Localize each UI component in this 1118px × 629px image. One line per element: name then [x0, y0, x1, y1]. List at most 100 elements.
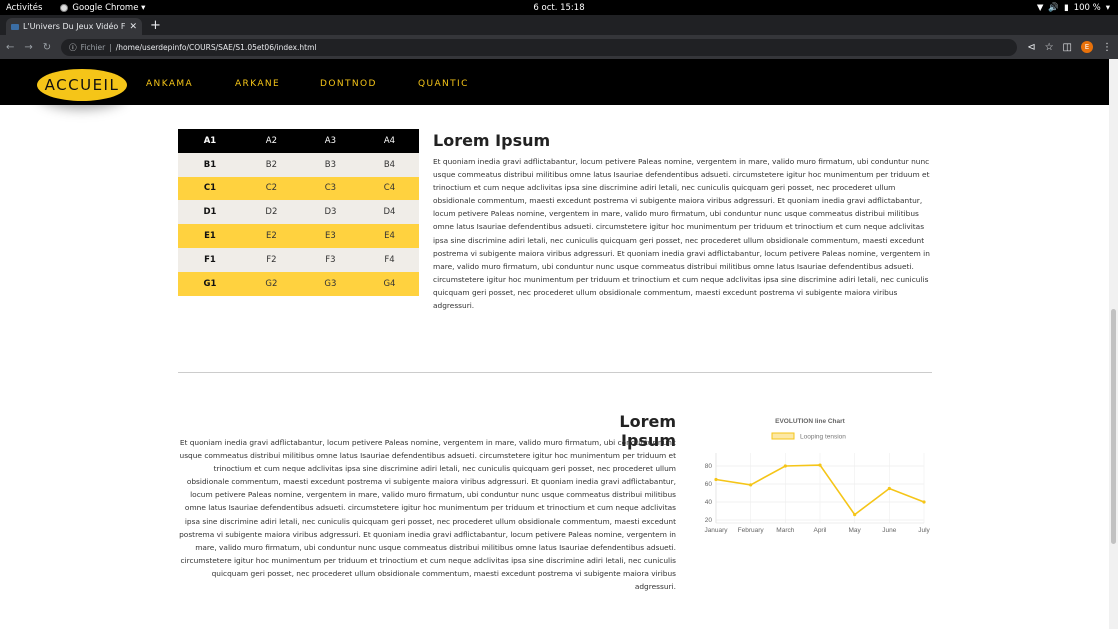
table-cell: B1 — [178, 152, 242, 177]
data-point — [749, 483, 753, 487]
table-cell: E2 — [241, 224, 301, 248]
section-paragraph: Et quoniam inedia gravi adflictabantur, … — [433, 157, 930, 311]
favicon-icon — [11, 23, 19, 30]
table-cell: F1 — [178, 247, 242, 272]
tab-strip: L'Univers Du Jeux Vidéo F ✕ + — [0, 15, 1118, 35]
app-name: Google Chrome ▾ — [72, 2, 146, 13]
table-cell: A2 — [241, 129, 301, 153]
data-point — [887, 486, 891, 491]
web-page: ACCUEIL ANKAMA ARKANE DONTNOD QUANTIC A1… — [0, 59, 1109, 629]
table-row: A1 A2 A3 A4 — [178, 129, 419, 153]
table-cell: F4 — [359, 247, 419, 272]
nav-link-dontnod[interactable]: DONTNOD — [320, 79, 377, 89]
x-tick-label: June — [882, 527, 896, 534]
chevron-down-icon: ▾ — [1105, 2, 1110, 13]
x-tick-label: May — [849, 527, 862, 534]
table-cell: G2 — [241, 271, 301, 296]
table-cell: C3 — [300, 176, 360, 201]
table-row: F1 F2 F3 F4 — [178, 247, 419, 272]
table-cell: B2 — [241, 152, 301, 177]
share-icon[interactable]: ⊲ — [1027, 42, 1035, 53]
legend-swatch — [771, 432, 795, 440]
scrollbar-thumb[interactable] — [1111, 309, 1116, 544]
section-divider — [178, 372, 932, 373]
x-tick-label: March — [776, 527, 794, 534]
x-tick-label: January — [704, 527, 728, 534]
menu-kebab-icon[interactable]: ⋮ — [1102, 42, 1112, 53]
table-row: G1 G2 G3 G4 — [178, 271, 419, 296]
data-point — [922, 500, 926, 504]
page-scrollbar[interactable] — [1109, 59, 1118, 629]
chart-title: EVOLUTION line Chart — [775, 418, 846, 425]
table-cell: G1 — [178, 271, 242, 296]
chrome-icon — [60, 3, 69, 12]
x-tick-label: April — [813, 527, 827, 534]
table-row: E1 E2 E3 E4 — [178, 224, 419, 248]
table-cell: F3 — [300, 247, 360, 272]
table-cell: G4 — [359, 271, 419, 296]
system-menu[interactable]: ▼ 🔊 ▮ 100 % ▾ — [1037, 3, 1110, 13]
table-cell: D2 — [241, 200, 301, 225]
y-tick-label: 60 — [705, 481, 713, 488]
data-table: A1 A2 A3 A4 B1 B2 B3 B4 C1 C2 C3 C4 D1 D… — [178, 129, 419, 296]
table-row: B1 B2 B3 B4 — [178, 152, 419, 177]
info-icon[interactable]: ⓘ — [69, 42, 77, 53]
volume-icon: 🔊 — [1048, 2, 1060, 13]
address-url: /home/userdepinfo/COURS/SAE/S1.05et06/in… — [115, 42, 317, 52]
nav-link-arkane[interactable]: ARKANE — [235, 79, 280, 89]
line-chart-svg: EVOLUTION line Chart Looping tension 20 40 6… — [704, 418, 930, 534]
new-tab-button[interactable]: + — [150, 17, 161, 34]
tab-title: L'Univers Du Jeux Vidéo F — [23, 22, 126, 31]
bookmark-star-icon[interactable]: ☆ — [1045, 42, 1054, 53]
table-cell: C2 — [241, 176, 301, 201]
nav-link-ankama[interactable]: ANKAMA — [146, 79, 193, 89]
nav-link-quantic[interactable]: QUANTIC — [418, 79, 469, 89]
clock[interactable]: 6 oct. 15:18 — [0, 3, 1118, 13]
data-point — [853, 513, 857, 517]
back-icon[interactable]: ← — [6, 42, 14, 53]
x-tick-label: February — [738, 527, 765, 534]
table-cell: D1 — [178, 200, 242, 225]
side-panel-icon[interactable]: ◫ — [1063, 42, 1072, 53]
app-menu[interactable]: Google Chrome ▾ — [60, 3, 145, 13]
browser-tab[interactable]: L'Univers Du Jeux Vidéo F ✕ — [6, 18, 142, 35]
y-tick-label: 40 — [705, 499, 713, 506]
activities-button[interactable]: Activités — [6, 3, 42, 13]
site-nav: ACCUEIL ANKAMA ARKANE DONTNOD QUANTIC — [0, 59, 1109, 105]
reload-icon[interactable]: ↻ — [43, 42, 51, 53]
table-cell: C4 — [359, 176, 419, 201]
table-cell: E1 — [178, 224, 242, 248]
browser-toolbar: ← → ↻ ⓘ Fichier | /home/userdepinfo/COUR… — [0, 35, 1118, 59]
battery-level: 100 % — [1073, 2, 1101, 13]
table-cell: G3 — [300, 271, 360, 296]
table-cell: E3 — [300, 224, 360, 248]
table-cell: D3 — [300, 200, 360, 225]
table-cell: B4 — [359, 152, 419, 177]
y-tick-label: 20 — [705, 517, 713, 524]
table-row: C1 C2 C3 C4 — [178, 176, 419, 201]
profile-avatar[interactable]: E — [1081, 41, 1093, 53]
data-point — [783, 464, 787, 468]
section-paragraph: Et quoniam inedia gravi adflictabantur, … — [179, 438, 676, 592]
table-row: D1 D2 D3 D4 — [178, 200, 419, 225]
table-cell: F2 — [241, 247, 301, 272]
data-point — [818, 463, 822, 467]
close-icon[interactable]: ✕ — [129, 22, 137, 32]
table-cell: D4 — [359, 200, 419, 225]
section-heading: Lorem Ipsum — [433, 131, 551, 150]
line-chart: EVOLUTION line Chart Looping tension 20 40 6… — [690, 414, 934, 534]
wifi-icon: ▼ — [1036, 2, 1044, 13]
legend-label: Looping tension — [800, 434, 846, 441]
table-cell: B3 — [300, 152, 360, 177]
table-cell: E4 — [359, 224, 419, 248]
system-top-bar: Activités Google Chrome ▾ 6 oct. 15:18 ▼… — [0, 0, 1118, 15]
x-tick-label: July — [918, 527, 930, 534]
home-button[interactable]: ACCUEIL — [37, 69, 127, 101]
address-bar[interactable]: ⓘ Fichier | /home/userdepinfo/COURS/SAE/… — [61, 38, 1018, 56]
address-label: Fichier — [80, 42, 106, 52]
data-point — [714, 477, 718, 482]
table-cell: A3 — [300, 129, 360, 153]
battery-icon: ▮ — [1064, 2, 1069, 13]
forward-icon[interactable]: → — [24, 42, 32, 53]
table-cell: A4 — [359, 129, 419, 153]
